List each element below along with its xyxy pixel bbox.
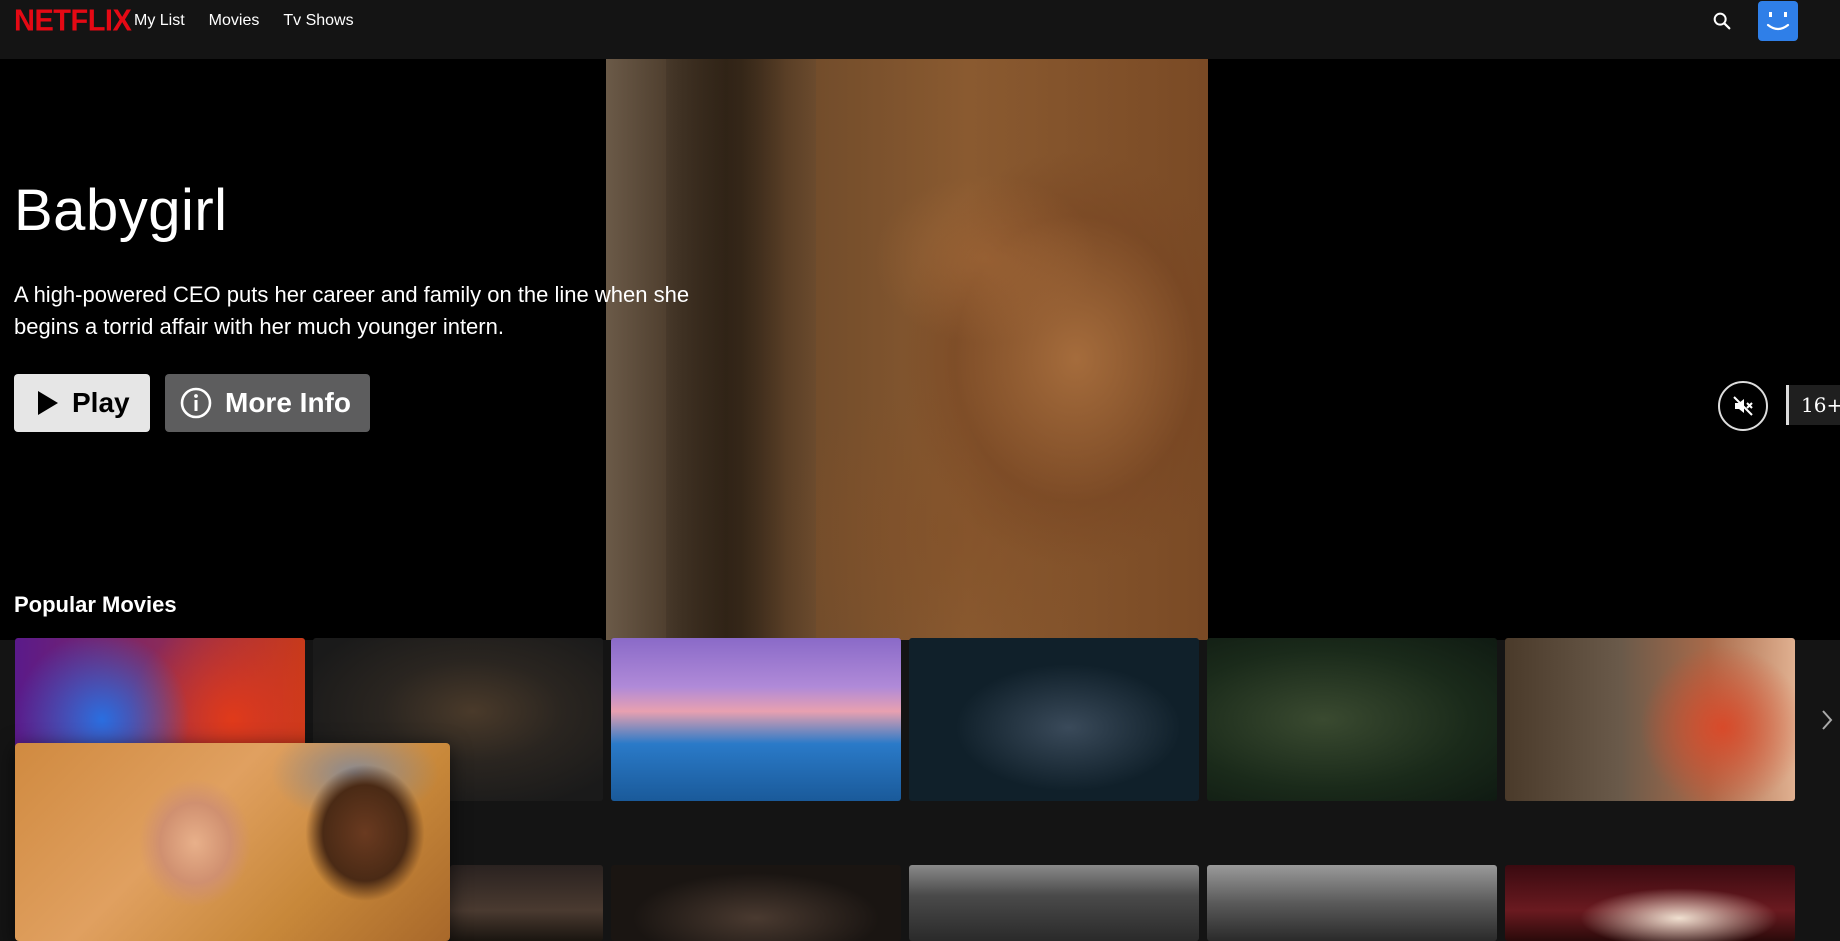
nav-my-list[interactable]: My List (134, 12, 185, 30)
hero-description: A high-powered CEO puts her career and f… (14, 282, 690, 339)
play-button[interactable]: Play (14, 374, 150, 432)
smiley-avatar-icon (1766, 12, 1790, 31)
nav-movies[interactable]: Movies (209, 12, 260, 30)
nav-tv-shows[interactable]: Tv Shows (283, 12, 353, 30)
hero-video[interactable] (606, 59, 1208, 640)
chevron-right-icon (1822, 710, 1833, 730)
spirited-away-tile[interactable] (1505, 865, 1795, 941)
hero-title: Babygirl (14, 178, 228, 243)
profile-avatar[interactable] (1758, 1, 1798, 41)
hero-video-shadow (666, 59, 816, 640)
twelve-angry-men-tile[interactable] (1207, 865, 1497, 941)
info-icon (179, 386, 213, 420)
more-info-button-label: More Info (225, 387, 351, 418)
mute-toggle-button[interactable] (1718, 381, 1768, 431)
netflix-logo[interactable]: NETFLIX (14, 4, 132, 39)
search-icon[interactable] (1711, 10, 1733, 32)
maturity-rating-badge: 16+ (1786, 385, 1840, 425)
godfather-2-tile[interactable] (611, 865, 901, 941)
more-info-button[interactable]: More Info (165, 374, 370, 432)
row-title-popular-movies: Popular Movies (14, 592, 177, 617)
crowd-bw-tile[interactable] (909, 865, 1199, 941)
row-scroll-right-button[interactable] (1814, 700, 1840, 740)
play-button-label: Play (72, 387, 130, 418)
top-navbar: NETFLIX My List Movies Tv Shows (0, 0, 1840, 59)
play-icon (34, 389, 60, 417)
godfather-tile[interactable] (450, 865, 603, 941)
main-nav: My List Movies Tv Shows (134, 12, 354, 30)
volume-off-icon (1733, 396, 1753, 416)
soldier-tile[interactable] (1505, 638, 1795, 801)
back-in-action-tile[interactable] (909, 638, 1199, 801)
hero-billboard (0, 59, 1840, 640)
moana-tile[interactable] (611, 638, 901, 801)
shawshank-hover-card[interactable] (15, 743, 450, 941)
armor-tile[interactable] (1207, 638, 1497, 801)
